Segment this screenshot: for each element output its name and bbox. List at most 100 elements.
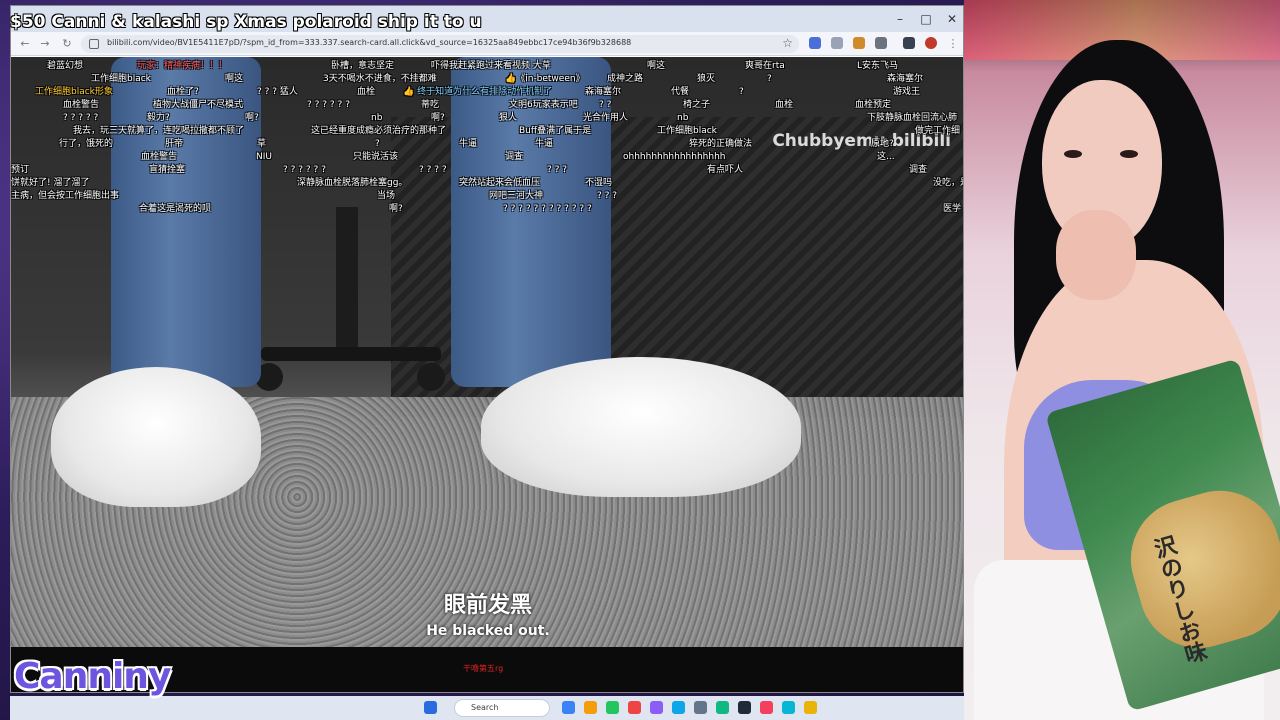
danmaku-comment: ? ? ? ? ? ? — [283, 165, 326, 175]
danmaku-comment: 爽哥在rta — [745, 61, 785, 71]
danmaku-comment: 工作细胞black — [657, 126, 717, 136]
taskbar-search-text[interactable]: Search — [471, 703, 498, 712]
extension-icon[interactable] — [809, 37, 821, 49]
danmaku-comment: 这已经重度成瘾必须治疗的那种了 — [311, 126, 447, 136]
danmaku-comment: 3天不喝水不进食，不挂都难 — [323, 74, 437, 84]
danmaku-comment: ? — [375, 139, 380, 149]
url-bar[interactable]: bilibili.com/video/BV1E5411E7pD/?spm_id_… — [81, 35, 799, 53]
danmaku-comment: 草 — [257, 139, 267, 149]
danmaku-comment: 碧蓝幻想 — [47, 61, 84, 71]
left-eye — [1064, 150, 1082, 158]
address-row: ← → ↻ bilibili.com/video/BV1E5411E7pD/?s… — [11, 32, 963, 56]
danmaku-comment: 狠人 — [499, 113, 518, 123]
url-text[interactable]: bilibili.com/video/BV1E5411E7pD/?spm_id_… — [107, 38, 631, 47]
danmaku-comment: 只能说活该 — [353, 152, 399, 162]
close-button[interactable]: ✕ — [943, 10, 961, 28]
danmaku-comment: 👍 终于知道为什么有排除动作机制了 — [403, 87, 553, 97]
danmaku-comment: 预订 — [11, 165, 30, 175]
danmaku-comment: 饼就好了! 溜了溜了 — [11, 178, 90, 188]
profile-avatar[interactable] — [925, 37, 937, 49]
donation-alert: $50 Canni & kalashi sp Xmas polaroid shi… — [10, 12, 482, 32]
danmaku-comment: 工作细胞black形象 — [35, 87, 113, 97]
windows-taskbar: Search — [10, 696, 964, 720]
taskbar-app-icon[interactable] — [694, 701, 707, 714]
reload-icon[interactable]: ↻ — [59, 36, 75, 52]
taskbar-app-icon[interactable] — [650, 701, 663, 714]
danmaku-comment: 森海塞尔 — [585, 87, 622, 97]
danmaku-comment: 椅之子 — [683, 100, 711, 110]
danmaku-comment: 啊? — [245, 113, 259, 123]
back-icon[interactable]: ← — [17, 36, 33, 52]
danmaku-comment: 啊这 — [647, 61, 666, 71]
danmaku-comment: 血栓预定 — [855, 100, 892, 110]
danmaku-comment: 行了，饿死的 — [59, 139, 114, 149]
danmaku-comment: 这... — [877, 152, 895, 162]
taskbar-app-icon[interactable] — [760, 701, 773, 714]
left-sock — [51, 367, 261, 507]
danmaku-comment: 成神之路 — [607, 74, 644, 84]
bookmark-star-icon[interactable]: ☆ — [782, 36, 793, 50]
danmaku-comment: ? ? ? ? ? ? ? ? ? ? ? ? — [503, 204, 592, 214]
subtitle-chinese: 眼前发黑 — [443, 593, 532, 618]
taskbar-app-icon[interactable] — [782, 701, 795, 714]
taskbar-search[interactable]: Search — [454, 699, 550, 717]
danmaku-comment: 工作细胞black — [91, 74, 151, 84]
subtitle-english: He blacked out. — [426, 623, 550, 639]
taskbar-app-icon[interactable] — [584, 701, 597, 714]
danmaku-comment: NIU — [256, 152, 272, 162]
danmaku-comment: 血栓了? — [167, 87, 199, 97]
taskbar-app-icon[interactable] — [672, 701, 685, 714]
streamer-hand — [1056, 210, 1136, 300]
danmaku-comment: 蒂吃 — [421, 100, 440, 110]
bottom-danmaku: 干噜第五rg — [463, 664, 504, 673]
danmaku-comment: 文明6玩家表示吧 — [509, 100, 578, 110]
minimize-button[interactable]: – — [891, 10, 909, 28]
danmaku-comment: 网吧三河大神 — [489, 191, 544, 201]
danmaku-comment: L安东飞马 — [857, 61, 899, 71]
danmaku-comment: 医学 — [943, 204, 962, 214]
danmaku-comment: 突然站起来会低血压 — [459, 178, 541, 188]
site-info-icon[interactable] — [89, 39, 99, 49]
maximize-button[interactable]: □ — [917, 10, 935, 28]
danmaku-comment: nb — [371, 113, 383, 123]
danmaku-comment: 盲猜拴塞 — [149, 165, 186, 175]
taskbar-app-icon[interactable] — [738, 701, 751, 714]
danmaku-comment: Buff叠满了属于是 — [519, 126, 592, 136]
danmaku-comment: 不湿吗 — [585, 178, 613, 188]
forward-icon[interactable]: → — [37, 36, 53, 52]
taskbar-app-icon[interactable] — [606, 701, 619, 714]
danmaku-comment: 深静脉血栓脱落肺栓塞gg。 — [297, 178, 408, 188]
danmaku-comment: 毅力? — [147, 113, 170, 123]
taskbar-app-icon[interactable] — [562, 701, 575, 714]
danmaku-comment: ? ? ? — [547, 165, 568, 175]
danmaku-comment: 下肢静脉血栓回流心肺 — [867, 113, 958, 123]
danmaku-comment: 当场 — [377, 191, 396, 201]
danmaku-comment: 没吃，是饿的 — [933, 178, 963, 188]
taskbar-app-icon[interactable] — [716, 701, 729, 714]
danmaku-comment: 主病，但会按工作细胞出事 — [11, 191, 120, 201]
media-icon[interactable] — [903, 37, 915, 49]
extensions-puzzle-icon[interactable] — [875, 37, 887, 49]
taskbar-app-icon[interactable] — [804, 701, 817, 714]
taskbar-app-icon[interactable] — [628, 701, 641, 714]
danmaku-comment: 合着这是渴死的呗 — [139, 204, 212, 214]
browser-window: – □ ✕ ← → ↻ bilibili.com/video/BV1E5411E… — [10, 5, 964, 693]
danmaku-comment: 吓得我赶紧跑过来看视频 大草 — [431, 61, 551, 71]
danmaku-comment: 做完工作细 — [915, 126, 961, 136]
danmaku-comment: 肝帝 — [165, 139, 184, 149]
danmaku-comment: ? ? ? ? ? ? — [307, 100, 350, 110]
video-player[interactable]: Chubbyemu bilibili 碧蓝幻想 玩家：精神疾病！！！ 卧槽，意志坚定… — [11, 57, 963, 647]
danmaku-comment: 有点吓人 — [707, 165, 744, 175]
danmaku-comment: 玩家：精神疾病！！！ — [137, 61, 228, 71]
danmaku-comment: 卧槽，意志坚定 — [331, 61, 395, 71]
danmaku-comment: 调查 — [909, 165, 928, 175]
danmaku-comment: ? ? ? ? ? — [63, 113, 99, 123]
danmaku-comment: 原地? — [871, 139, 894, 149]
extension-icon[interactable] — [853, 37, 865, 49]
right-sock — [481, 357, 801, 497]
extension-icon[interactable] — [831, 37, 843, 49]
danmaku-comment: 我去，玩三天就算了，连吃喝拉撒都不顾了 — [73, 126, 245, 136]
danmaku-comment: 啊这 — [225, 74, 244, 84]
start-icon[interactable] — [424, 701, 437, 714]
menu-icon[interactable]: ⋮ — [945, 36, 961, 52]
